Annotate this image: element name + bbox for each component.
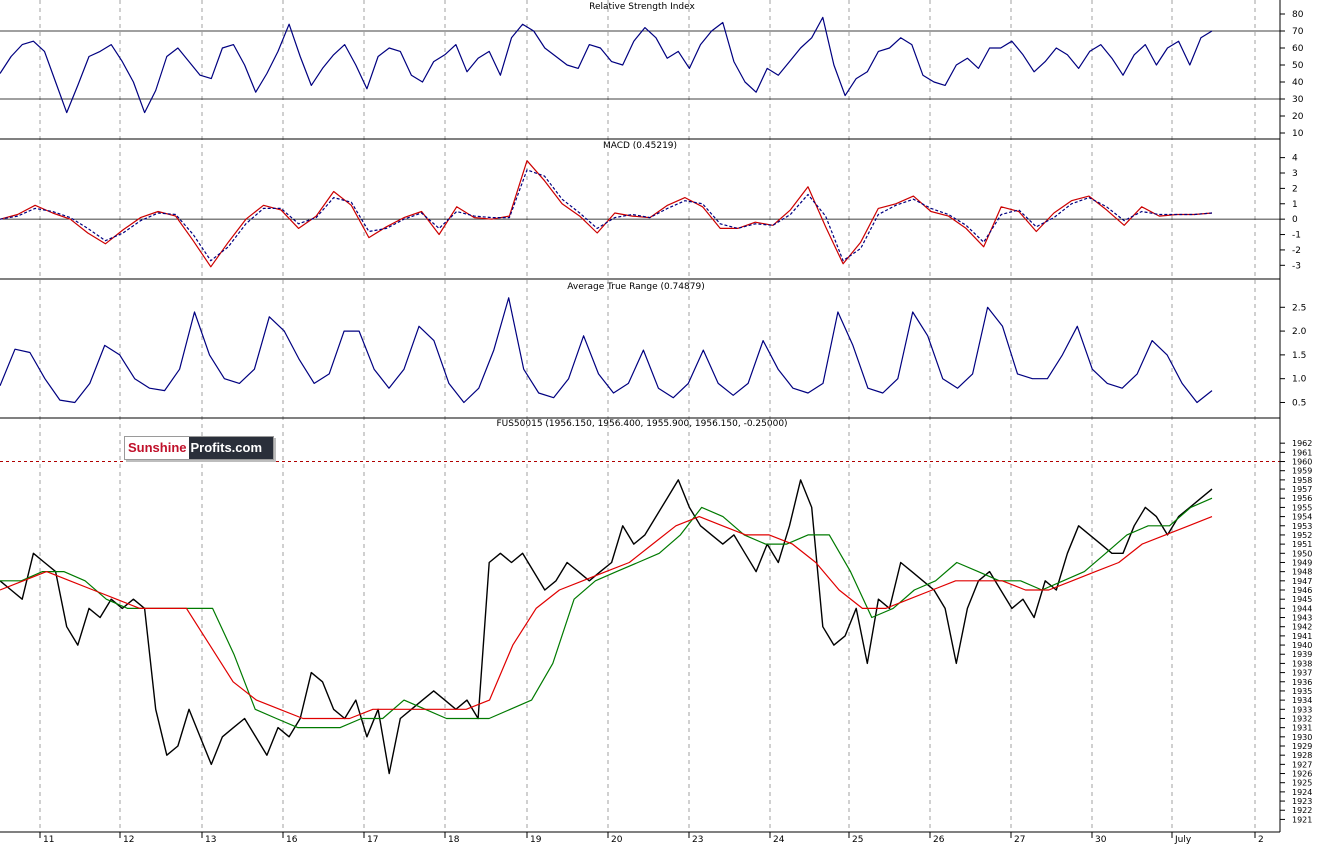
x-tick-label: 12 [123, 835, 134, 844]
y-tick-label: 2.0 [1292, 327, 1307, 337]
chart-canvas: Relative Strength Index MACD (0.45219) A… [0, 0, 1320, 845]
y-tick-label: 1960 [1292, 458, 1312, 467]
y-tick-label: 1.5 [1292, 351, 1306, 361]
y-tick-label: 1926 [1292, 770, 1312, 779]
price-panel-title: FUS50015 (1956.150, 1956.400, 1955.900, … [496, 419, 787, 429]
logo-text-profits: Profits.com [188, 437, 273, 459]
y-tick-label: 1928 [1292, 751, 1312, 760]
y-tick-label: 1941 [1292, 632, 1312, 641]
y-tick-label: 1952 [1292, 531, 1312, 540]
y-tick-label: 30 [1292, 95, 1304, 105]
y-tick-label: 1 [1292, 200, 1298, 210]
y-tick-label: 1929 [1292, 742, 1312, 751]
y-tick-label: 1958 [1292, 476, 1312, 485]
y-tick-label: 50 [1292, 61, 1304, 71]
x-tick-label: 16 [286, 835, 298, 844]
x-tick-label: 11 [43, 835, 54, 844]
x-tick-label: 23 [692, 835, 703, 844]
y-tick-label: 1954 [1292, 513, 1312, 522]
y-tick-label: 1925 [1292, 779, 1312, 788]
x-tick-label: 17 [367, 835, 378, 844]
y-tick-label: 0.5 [1292, 398, 1306, 408]
y-tick-label: 1945 [1292, 595, 1312, 604]
y-tick-label: 1949 [1292, 558, 1312, 567]
y-tick-label: 1947 [1292, 577, 1312, 586]
y-tick-label: 1937 [1292, 669, 1312, 678]
x-tick-label: 13 [205, 835, 216, 844]
x-tick-label: 18 [448, 835, 460, 844]
y-tick-label: 1930 [1292, 733, 1312, 742]
y-tick-label: 1956 [1292, 494, 1312, 503]
y-tick-label: 0 [1292, 215, 1298, 225]
y-tick-label: 4 [1292, 154, 1298, 164]
y-tick-label: 1961 [1292, 448, 1312, 457]
chart-root: Relative Strength Index MACD (0.45219) A… [0, 0, 1320, 845]
x-tick-label: 20 [611, 835, 623, 844]
x-tick-label: 30 [1095, 835, 1107, 844]
macd-panel-title: MACD (0.45219) [603, 141, 677, 151]
y-tick-label: 1933 [1292, 705, 1312, 714]
y-tick-label: 1938 [1292, 659, 1312, 668]
rsi-panel-title: Relative Strength Index [589, 2, 695, 12]
x-tick-label: 19 [530, 835, 542, 844]
atr-panel-title: Average True Range (0.74879) [567, 282, 704, 292]
y-tick-label: 1957 [1292, 485, 1312, 494]
y-tick-label: 40 [1292, 78, 1304, 88]
y-tick-label: 1934 [1292, 696, 1312, 705]
y-tick-label: 20 [1292, 112, 1304, 122]
y-tick-label: 60 [1292, 44, 1304, 54]
y-tick-label: 1932 [1292, 714, 1312, 723]
y-tick-label: 1935 [1292, 687, 1312, 696]
y-tick-label: 1955 [1292, 503, 1312, 512]
y-tick-label: 1962 [1292, 439, 1312, 448]
x-tick-label: July [1174, 835, 1192, 844]
y-tick-label: 1944 [1292, 604, 1312, 613]
y-tick-label: -2 [1292, 246, 1301, 256]
y-tick-label: 1943 [1292, 614, 1312, 623]
y-tick-label: 2.5 [1292, 303, 1306, 313]
y-tick-label: 80 [1292, 10, 1304, 20]
x-tick-label: 2 [1258, 835, 1264, 844]
y-tick-label: 1948 [1292, 568, 1312, 577]
y-tick-label: 1931 [1292, 724, 1312, 733]
y-tick-label: 1927 [1292, 760, 1312, 769]
y-tick-label: 1924 [1292, 788, 1312, 797]
y-tick-label: 1959 [1292, 467, 1312, 476]
y-tick-label: 1953 [1292, 522, 1312, 531]
x-tick-label: 25 [852, 835, 863, 844]
y-tick-label: 1946 [1292, 586, 1312, 595]
x-tick-label: 27 [1014, 835, 1025, 844]
y-tick-label: 1.0 [1292, 375, 1307, 385]
x-tick-label: 26 [933, 835, 945, 844]
y-tick-label: 2 [1292, 184, 1298, 194]
y-tick-label: -3 [1292, 261, 1301, 271]
y-tick-label: 1922 [1292, 806, 1312, 815]
y-tick-label: 10 [1292, 129, 1304, 139]
y-tick-label: 1942 [1292, 623, 1312, 632]
logo-text-sunshine: Sunshine [125, 437, 189, 459]
y-tick-label: 1950 [1292, 549, 1312, 558]
y-tick-label: 1921 [1292, 815, 1312, 824]
y-tick-label: 1940 [1292, 641, 1312, 650]
y-tick-label: 1936 [1292, 678, 1312, 687]
y-tick-label: 1923 [1292, 797, 1312, 806]
y-tick-label: 3 [1292, 169, 1298, 179]
x-tick-label: 24 [773, 835, 785, 844]
y-tick-label: -1 [1292, 231, 1301, 241]
y-tick-label: 70 [1292, 27, 1304, 37]
sunshineprofits-logo: Sunshine Profits.com [124, 436, 274, 460]
y-tick-label: 1951 [1292, 540, 1312, 549]
y-tick-label: 1939 [1292, 650, 1312, 659]
